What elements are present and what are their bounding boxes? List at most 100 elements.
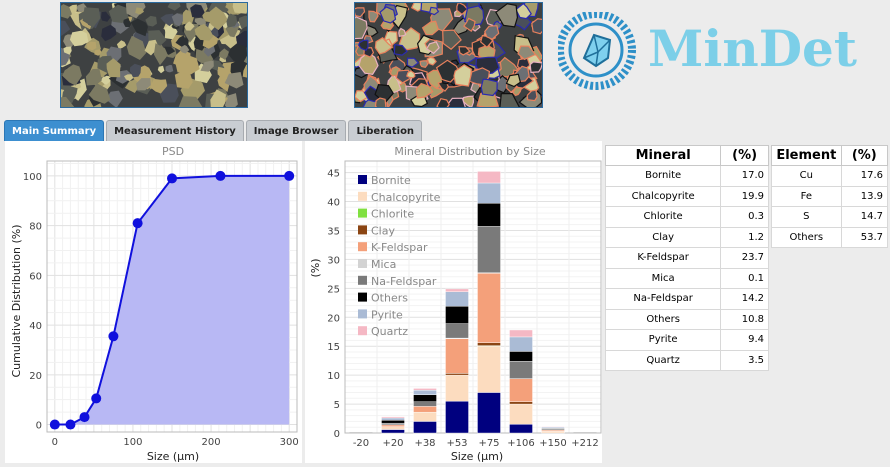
mineral-name-cell: Mica xyxy=(604,267,722,289)
mineral-name-cell: K-Feldspar xyxy=(604,247,722,269)
bar-segment xyxy=(381,426,405,430)
bar-segment xyxy=(413,389,437,396)
legend-swatch xyxy=(358,225,367,235)
bar-segment xyxy=(413,421,437,434)
mineral-row: Bornite 17.0 xyxy=(604,165,769,187)
tab-measurement-history[interactable]: Measurement History xyxy=(106,120,244,141)
element-percent-cell: 13.9 xyxy=(840,185,889,207)
mineral-percent-cell: 9.4 xyxy=(720,329,769,351)
bar-segment xyxy=(381,420,405,424)
mineral-row: Pyrite 9.4 xyxy=(604,329,769,351)
legend-swatch xyxy=(358,275,367,285)
psd-chart-panel: 0 100 200 300 0 20 40 60 80 100 PSD Size (µm) Cum… xyxy=(5,141,302,463)
bar-segment xyxy=(509,336,533,352)
mineral-y-tick-label: 40 xyxy=(327,198,340,209)
element-percent-cell: 14.7 xyxy=(840,206,889,228)
legend-label: Bornite xyxy=(371,174,411,187)
mineral-name-cell: Quartz xyxy=(604,349,722,371)
mineral-x-tick-label: +150 xyxy=(539,438,566,449)
mineral-name-cell: Bornite xyxy=(604,165,722,187)
bar-segment xyxy=(445,374,469,402)
psd-data-point xyxy=(91,393,102,404)
bar-segment xyxy=(509,329,533,338)
element-row: Cu 17.6 xyxy=(771,165,889,187)
bar-segment xyxy=(509,424,533,434)
mineral-y-tick-label: 5 xyxy=(334,400,340,411)
bar-segment xyxy=(477,273,501,343)
psd-y-tick-label: 0 xyxy=(36,421,42,432)
mineral-y-tick-label: 35 xyxy=(327,226,340,237)
bar-segment xyxy=(381,416,405,419)
bar-segment xyxy=(541,431,565,434)
legend-label: Mica xyxy=(371,258,396,271)
bar-segment xyxy=(413,388,437,391)
legend-label: Others xyxy=(371,292,408,305)
legend-swatch xyxy=(358,309,367,319)
element-name-cell: S xyxy=(771,206,842,228)
logo-crystal-icon xyxy=(556,10,636,90)
legend-swatch xyxy=(358,208,367,218)
mineral-y-tick-label: 10 xyxy=(327,371,340,382)
tab-main-summary[interactable]: Main Summary xyxy=(4,120,105,141)
legend-label: Chalcopyrite xyxy=(371,191,441,204)
mineral-x-tick-label: +106 xyxy=(507,438,534,449)
mineral-row: K-Feldspar 23.7 xyxy=(604,247,769,269)
mineral-y-tick-label: 45 xyxy=(327,169,340,180)
raw-sample-image xyxy=(60,2,248,108)
bar-segment xyxy=(509,401,533,405)
mineral-x-tick-label: -20 xyxy=(353,438,369,449)
mineral-chart-panel: -20 +20 +38 +53 +75 +106 +150 +212 0 5 10 15 20 25 30 3… xyxy=(305,141,602,463)
mineral-row: Others 10.8 xyxy=(604,308,769,330)
mineral-name-cell: Pyrite xyxy=(604,329,722,351)
mineral-row: Clay 1.2 xyxy=(604,226,769,248)
legend-label: Quartz xyxy=(371,325,408,338)
mineral-distribution-chart: -20 +20 +38 +53 +75 +106 +150 +212 0 5 10 15 20 25 30 3… xyxy=(309,145,602,463)
bar-segment xyxy=(445,400,469,434)
element-table: Element (%) Cu 17.6 Fe 13.9 S 14.7 Others 53.7 xyxy=(771,145,889,248)
tab-liberation[interactable]: Liberation xyxy=(348,120,423,141)
tab-image-browser[interactable]: Image Browser xyxy=(245,120,347,141)
bar-segment xyxy=(509,403,533,425)
mineral-percent-cell: 19.9 xyxy=(720,185,769,207)
mineral-legend: Bornite Chalcopyrite Chlorite Clay K-Feldspa… xyxy=(358,174,441,338)
element-column-header: Element xyxy=(771,145,842,166)
legend-swatch xyxy=(358,292,367,302)
psd-data-point xyxy=(79,412,90,423)
mineral-x-tick-label: +212 xyxy=(571,438,598,449)
bar-segment xyxy=(509,361,533,379)
bar-segment xyxy=(509,351,533,362)
mineral-percent-cell: 3.5 xyxy=(720,349,769,371)
bar-segment xyxy=(445,306,469,324)
legend-label: Na-Feldspar xyxy=(371,275,437,288)
mineral-row: Mica 0.1 xyxy=(604,267,769,289)
psd-x-tick-label: 200 xyxy=(202,437,221,448)
psd-y-tick-label: 40 xyxy=(29,321,42,332)
mineral-x-tick-label: +20 xyxy=(382,438,403,449)
psd-chart: 0 100 200 300 0 20 40 60 80 100 PSD Size (µm) Cum… xyxy=(10,145,299,463)
mindet-logo: MinDet xyxy=(556,10,880,96)
bar-segment xyxy=(477,226,501,273)
psd-x-tick-label: 300 xyxy=(280,437,299,448)
psd-data-point xyxy=(49,419,60,430)
mineral-y-tick-label: 0 xyxy=(334,429,340,440)
psd-x-tick-label: 100 xyxy=(123,437,142,448)
mineral-y-tick-label: 25 xyxy=(327,284,340,295)
psd-data-point xyxy=(167,173,177,184)
bar-segment xyxy=(541,426,565,428)
bar-segment xyxy=(413,411,437,422)
element-row: S 14.7 xyxy=(771,206,889,228)
psd-y-tick-label: 60 xyxy=(29,271,42,282)
psd-x-tick-label: 0 xyxy=(52,437,58,448)
bar-segment xyxy=(381,422,405,426)
bar-segment xyxy=(381,417,405,421)
mineral-y-tick-label: 20 xyxy=(327,313,340,324)
mineral-y-axis-label: (%) xyxy=(309,258,322,277)
mineral-name-cell: Chalcopyrite xyxy=(604,185,722,207)
psd-data-point xyxy=(284,170,295,181)
mineral-percent-cell: 10.8 xyxy=(720,308,769,330)
bar-segment xyxy=(413,406,437,413)
psd-data-point xyxy=(132,218,143,229)
mineral-column-header: Mineral xyxy=(604,145,722,166)
mineral-percent-cell: 0.3 xyxy=(720,206,769,228)
logo-text: MinDet xyxy=(648,19,857,78)
